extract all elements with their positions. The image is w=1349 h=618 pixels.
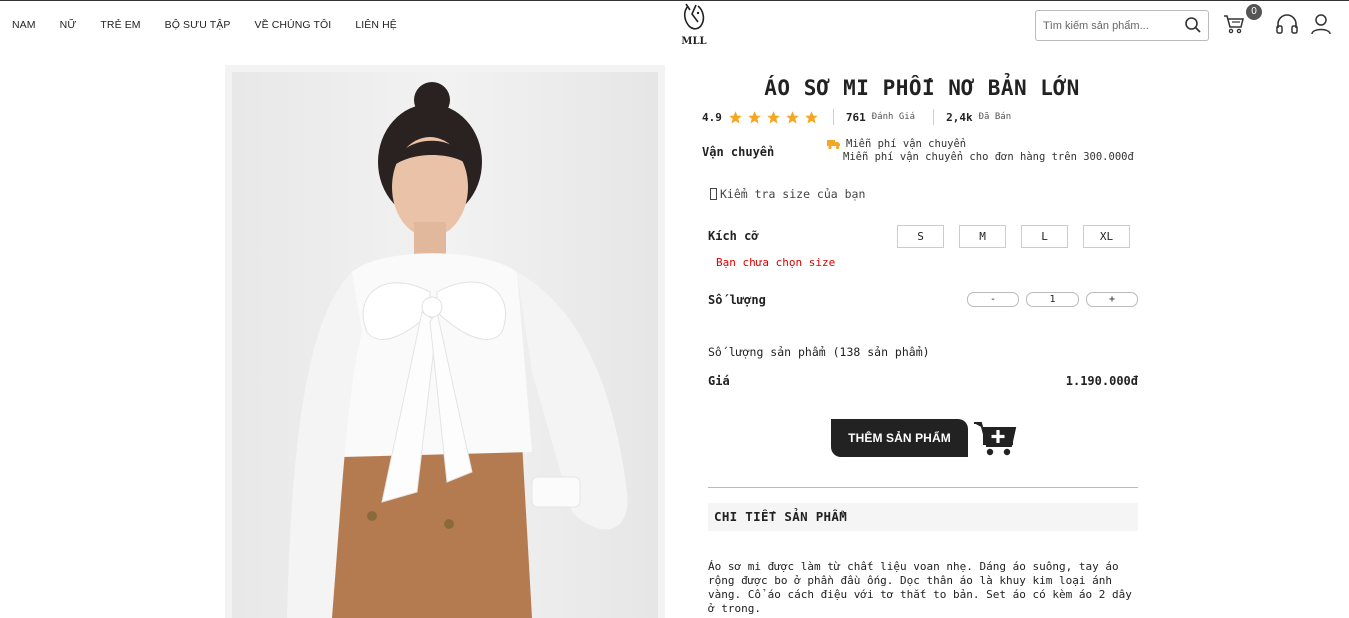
review-count: 761 bbox=[845, 110, 866, 124]
shipping-label: Vận chuyển bbox=[702, 145, 775, 159]
size-check-label: Kiểm tra size của bạn bbox=[720, 187, 866, 201]
nav-item-tre-em[interactable]: TRẺ EM bbox=[100, 19, 140, 31]
rating-stars bbox=[728, 110, 819, 125]
sold-divider bbox=[933, 109, 935, 125]
shipping-description: Miễn phí vận chuyển cho đơn hàng trên 30… bbox=[843, 151, 1134, 163]
product-detail-heading[interactable]: CHI TIẾT SẢN PHẨM bbox=[708, 503, 1138, 531]
size-option-xl[interactable]: XL bbox=[1083, 225, 1130, 248]
size-option-l[interactable]: L bbox=[1021, 225, 1068, 248]
cart-icon[interactable] bbox=[1222, 12, 1246, 36]
size-option-s[interactable]: S bbox=[897, 225, 944, 248]
nav-item-bo-suu-tap[interactable]: BỘ SƯU TẬP bbox=[165, 19, 231, 31]
size-check-link[interactable]: Kiểm tra size của bạn bbox=[710, 187, 865, 201]
size-option-m[interactable]: M bbox=[959, 225, 1006, 248]
star-icon bbox=[767, 110, 780, 123]
star-icon bbox=[786, 110, 799, 123]
logo-text: MLL bbox=[681, 36, 706, 46]
add-cart-icon[interactable] bbox=[973, 418, 1017, 458]
nav-item-nu[interactable]: NỮ bbox=[60, 19, 77, 31]
search-input[interactable] bbox=[1043, 18, 1183, 34]
stock-count: Số lượng sản phẩm (138 sản phẩm) bbox=[708, 345, 930, 359]
truck-icon bbox=[827, 140, 840, 150]
star-icon bbox=[748, 110, 761, 123]
site-header: NAM NỮ TRẺ EM BỘ SƯU TẬP VỀ CHÚNG TÔI LI… bbox=[0, 0, 1349, 50]
star-icon bbox=[729, 110, 742, 123]
rating-divider bbox=[832, 109, 834, 125]
star-icon bbox=[805, 110, 818, 123]
product-photo-illustration bbox=[232, 72, 658, 618]
nav-item-lien-he[interactable]: LIÊN HỆ bbox=[355, 19, 397, 31]
sold-label: Đã Bán bbox=[978, 112, 1012, 122]
user-icon[interactable] bbox=[1309, 12, 1333, 36]
product-description: Áo sơ mi được làm từ chất liệu voan nhẹ.… bbox=[708, 560, 1132, 615]
size-error-message: Bạn chưa chọn size bbox=[716, 256, 836, 269]
quantity-label: Số lượng bbox=[708, 293, 766, 307]
add-to-cart-button[interactable]: THÊM SẢN PHẨM bbox=[831, 419, 968, 457]
product-title: ÁO SƠ MI PHỐI NƠ BẢN LỚN bbox=[764, 76, 1080, 100]
search-icon[interactable] bbox=[1184, 16, 1202, 34]
nav-item-nam[interactable]: NAM bbox=[12, 19, 36, 31]
size-label: Kích cỡ bbox=[708, 229, 759, 243]
price-label: Giá bbox=[708, 374, 730, 388]
rating-value: 4.9 bbox=[702, 110, 722, 124]
price-value: 1.190.000đ bbox=[1065, 374, 1138, 388]
main-nav: NAM NỮ TRẺ EM BỘ SƯU TẬP VỀ CHÚNG TÔI LI… bbox=[12, 19, 421, 31]
quantity-input[interactable]: 1 bbox=[1026, 292, 1079, 307]
product-image[interactable] bbox=[232, 72, 658, 618]
quantity-decrease-button[interactable]: - bbox=[967, 292, 1019, 307]
review-label: Đánh Giá bbox=[871, 112, 916, 122]
search-box[interactable] bbox=[1035, 10, 1209, 41]
cart-count-badge: 0 bbox=[1246, 4, 1262, 20]
ruler-icon bbox=[710, 188, 717, 200]
nav-item-ve-chung-toi[interactable]: VỀ CHÚNG TÔI bbox=[254, 19, 331, 31]
shipping-title: Miễn phí vận chuyển bbox=[846, 138, 967, 150]
quantity-increase-button[interactable]: + bbox=[1086, 292, 1138, 307]
brand-logo[interactable]: MLL bbox=[674, 2, 714, 46]
headphones-icon[interactable] bbox=[1275, 12, 1299, 36]
section-divider bbox=[708, 487, 1138, 488]
rating-row: 4.9 761 Đánh Giá 2,4k Đã Bán bbox=[702, 109, 1029, 125]
sold-count: 2,4k bbox=[946, 110, 973, 124]
